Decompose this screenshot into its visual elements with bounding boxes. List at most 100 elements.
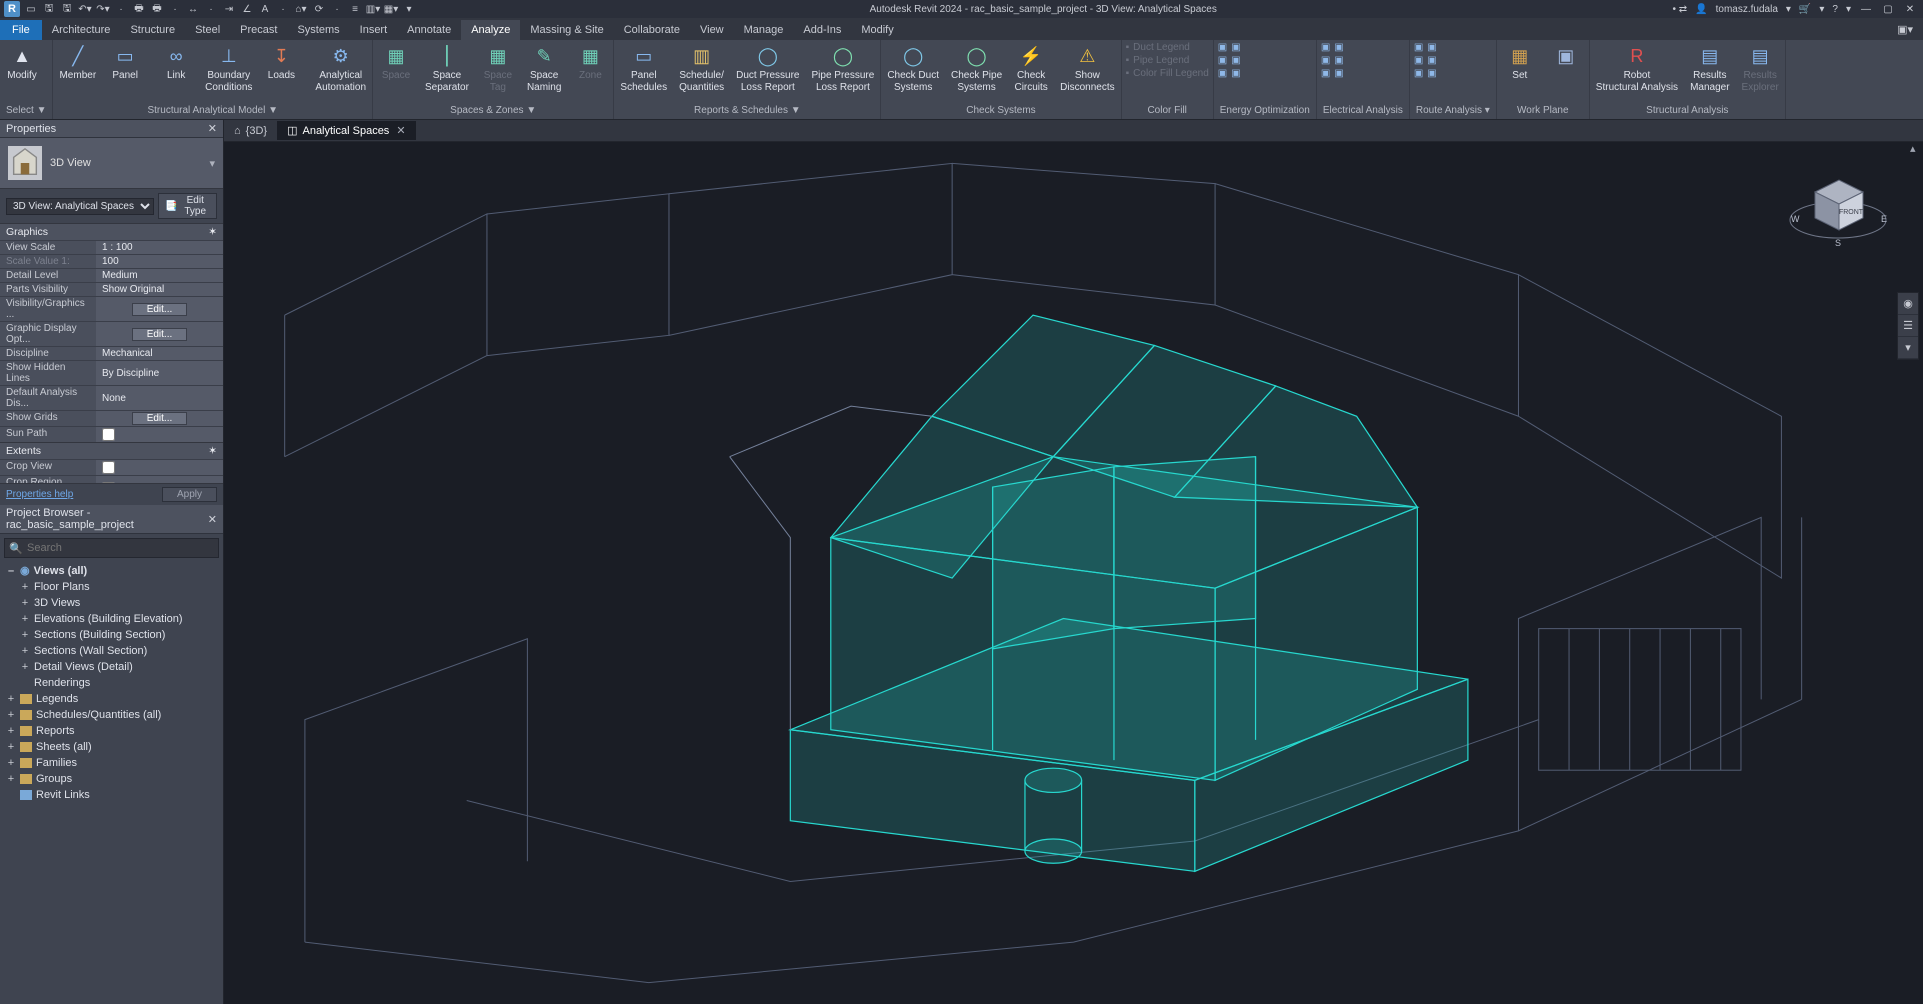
sync-icon[interactable]: ⟳ [312, 2, 326, 16]
revit-logo-icon[interactable]: R [4, 1, 20, 17]
ribbon-button[interactable]: ◯Pipe PressureLoss Report [806, 40, 881, 95]
property-edit-button[interactable]: Edit... [132, 412, 188, 425]
switch-icon[interactable]: ▦▾ [384, 2, 398, 16]
home-icon[interactable]: ⌂▾ [294, 2, 308, 16]
properties-header[interactable]: Properties ✕ [0, 120, 223, 138]
ribbon-mini-icon[interactable]: ▣▣ [1414, 42, 1466, 53]
redo-icon[interactable]: ↷▾ [96, 2, 110, 16]
ribbon-button[interactable]: ⎮SpaceSeparator [419, 40, 475, 95]
property-value[interactable]: 100 [96, 255, 223, 268]
property-value[interactable]: Mechanical [96, 347, 223, 360]
ribbon-group-label[interactable]: Spaces & Zones ▼ [373, 103, 613, 119]
file-tab[interactable]: File [0, 20, 42, 40]
apps-icon[interactable]: 🛒 [1799, 4, 1811, 15]
ribbon-button[interactable]: ∞Link [153, 40, 199, 84]
qat-dd-icon[interactable]: ▾ [402, 2, 416, 16]
ribbon-button[interactable]: ▭Panel [102, 40, 148, 84]
property-value[interactable]: None [96, 386, 223, 410]
ribbon-mini-icon[interactable]: ▣▣ [1218, 42, 1270, 53]
menu-tab-architecture[interactable]: Architecture [42, 20, 121, 40]
tree-node[interactable]: +Floor Plans [0, 579, 223, 595]
properties-help-link[interactable]: Properties help [6, 489, 73, 500]
tree-node[interactable]: +Families [0, 755, 223, 771]
tree-twisty-icon[interactable]: + [6, 725, 16, 737]
tree-twisty-icon[interactable]: + [20, 645, 30, 657]
tree-node[interactable]: +Sections (Wall Section) [0, 643, 223, 659]
tree-twisty-icon[interactable]: + [20, 597, 30, 609]
help-dd-icon[interactable]: ▾ [1846, 4, 1851, 15]
ribbon-button[interactable]: ▦Set [1497, 40, 1543, 84]
property-value[interactable]: Medium [96, 269, 223, 282]
print-icon[interactable]: 🖶 [132, 2, 146, 16]
project-tree[interactable]: –◉Views (all)+Floor Plans+3D Views+Eleva… [0, 562, 223, 1004]
tree-twisty-icon[interactable]: + [20, 581, 30, 593]
ribbon-group-label[interactable]: Structural Analytical Model ▼ [53, 103, 372, 119]
property-value[interactable]: 1 : 100 [96, 241, 223, 254]
ribbon-group-label[interactable]: Color Fill [1122, 103, 1213, 119]
ribbon-group-label[interactable]: Energy Optimization [1214, 103, 1316, 119]
ribbon-button[interactable]: ⚙AnalyticalAutomation [309, 40, 372, 95]
minimize-icon[interactable]: — [1859, 2, 1873, 16]
tree-twisty-icon[interactable]: + [6, 709, 16, 721]
property-edit-button[interactable]: Edit... [132, 328, 188, 341]
printquick-icon[interactable]: 🖶 [150, 2, 164, 16]
ribbon-button[interactable]: ▥Schedule/Quantities [673, 40, 730, 95]
tree-node[interactable]: +Schedules/Quantities (all) [0, 707, 223, 723]
menu-tab-structure[interactable]: Structure [120, 20, 185, 40]
ribbon-button[interactable]: ⚡CheckCircuits [1008, 40, 1054, 95]
ribbon-group-label[interactable]: Reports & Schedules ▼ [614, 103, 880, 119]
tree-twisty-icon[interactable]: + [20, 661, 30, 673]
measure-icon[interactable]: ↔ [186, 2, 200, 16]
view-tab-close-icon[interactable]: ✕ [396, 124, 405, 137]
ribbon-button[interactable]: ▤ResultsManager [1684, 40, 1735, 95]
property-value[interactable] [96, 460, 223, 475]
tree-node[interactable]: +Elevations (Building Elevation) [0, 611, 223, 627]
properties-scroll[interactable]: Graphics✶View Scale1 : 100Scale Value 1:… [0, 223, 223, 483]
apps-dd-icon[interactable]: ▾ [1819, 4, 1824, 15]
menu-tab-modify[interactable]: Modify [851, 20, 903, 40]
tree-node[interactable]: +Sheets (all) [0, 739, 223, 755]
view-scroll-top[interactable]: ▴ [1909, 142, 1923, 1004]
maximize-icon[interactable]: ▢ [1881, 2, 1895, 16]
edit-type-button[interactable]: 📑 Edit Type [158, 193, 217, 219]
menu-tab-manage[interactable]: Manage [734, 20, 794, 40]
ribbon-button[interactable]: ◯Duct PressureLoss Report [730, 40, 805, 95]
ribbon-mini-icon[interactable]: ▣▣ [1218, 55, 1270, 66]
ribbon-group-label[interactable]: Electrical Analysis [1317, 103, 1409, 119]
ribbon-mini-icon[interactable]: ▣▣ [1321, 55, 1373, 66]
save-icon[interactable]: 🖫 [42, 2, 56, 16]
ribbon-button[interactable]: RRobotStructural Analysis [1590, 40, 1684, 95]
ribbon-mini-icon[interactable]: ▣▣ [1218, 68, 1270, 79]
property-checkbox[interactable] [102, 428, 115, 441]
browser-header[interactable]: Project Browser - rac_basic_sample_proje… [0, 505, 223, 534]
tree-node[interactable]: +3D Views [0, 595, 223, 611]
ribbon-button[interactable]: ╱Member [53, 40, 102, 84]
tree-twisty-icon[interactable]: + [20, 613, 30, 625]
tree-node[interactable]: +Groups [0, 771, 223, 787]
browser-close-icon[interactable]: ✕ [208, 513, 217, 526]
viewport-3d[interactable]: .wf { fill:none; stroke:#74809a; stroke-… [224, 142, 1923, 1004]
ribbon-group-label[interactable]: Work Plane [1497, 103, 1589, 119]
ribbon-button[interactable]: ⚠ShowDisconnects [1054, 40, 1120, 95]
text-icon[interactable]: A [258, 2, 272, 16]
tree-node[interactable]: –◉Views (all) [0, 562, 223, 579]
close-icon[interactable]: ✕ [1903, 2, 1917, 16]
menu-tab-systems[interactable]: Systems [287, 20, 349, 40]
thin-icon[interactable]: ≡ [348, 2, 362, 16]
tree-twisty-icon[interactable]: + [6, 741, 16, 753]
property-value[interactable]: By Discipline [96, 361, 223, 385]
ribbon-mini-icon[interactable]: ▣▣ [1321, 42, 1373, 53]
menu-tab-analyze[interactable]: Analyze [461, 20, 520, 40]
ribbon-mini-icon[interactable]: ▣▣ [1414, 55, 1466, 66]
property-value[interactable]: Edit... [96, 411, 223, 426]
tree-twisty-icon[interactable]: + [6, 773, 16, 785]
menu-tab-insert[interactable]: Insert [350, 20, 398, 40]
close-h-icon[interactable]: ▥▾ [366, 2, 380, 16]
user-name[interactable]: tomasz.fudala [1716, 4, 1778, 15]
ribbon-button[interactable]: ▲Modify [0, 40, 44, 84]
property-group-header[interactable]: Extents✶ [0, 442, 223, 459]
property-value[interactable] [96, 427, 223, 442]
menu-tab-precast[interactable]: Precast [230, 20, 287, 40]
property-value[interactable] [96, 476, 223, 483]
apply-button[interactable]: Apply [162, 487, 217, 502]
